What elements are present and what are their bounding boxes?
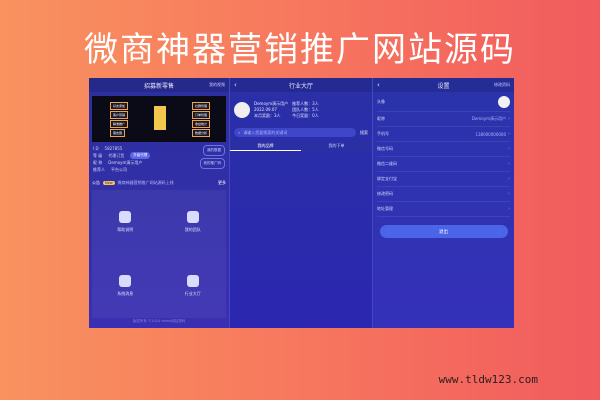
person-icon [119, 210, 132, 223]
chevron-right-icon: › [508, 191, 510, 197]
chevron-right-icon: › [508, 176, 510, 182]
info-label: 推荐人 [93, 167, 105, 172]
grid-item-messages[interactable]: 系统消息 [92, 255, 159, 319]
notice-tag: New [103, 180, 115, 185]
info-value: 平台公司 [111, 167, 127, 172]
chevron-right-icon: › [508, 146, 510, 152]
user-card: Demoym演示用户 2022.09.07 本月奖励：3人 推荐人数：3人 团队… [234, 96, 368, 124]
hero-chip: 社群管理 [192, 102, 211, 110]
avatar [498, 95, 510, 108]
info-label: 等 级 [93, 153, 103, 158]
chevron-right-icon: › [508, 161, 510, 167]
notice-bar[interactable]: 公告 New 微商神器营销推广网站源码上线 更多 [92, 178, 226, 187]
chevron-right-icon: › [508, 131, 510, 137]
hero-chip: 收益统计 [192, 120, 211, 128]
upgrade-button[interactable]: 升级代理 [130, 152, 151, 159]
chevron-right-icon: › [508, 206, 510, 212]
grid-item-help[interactable]: 帮助说明 [92, 190, 159, 254]
grid-label: 我的团队 [184, 226, 201, 232]
row-value: 138000000000 [475, 131, 506, 137]
back-icon[interactable]: ‹ [377, 81, 380, 89]
grid-label: 帮助说明 [117, 226, 134, 232]
settings-title: 设置 [437, 82, 450, 90]
hero-chip: 数据分析 [192, 129, 211, 137]
edit-profile-link[interactable]: 修改资料 [494, 82, 510, 88]
home-footer: 版权所有 ©2024 demo网站源码 [132, 319, 186, 323]
grid-item-hall[interactable]: 行业大厅 [160, 255, 227, 319]
hero-banner: 好友添加 客户营销 精准推广 朋友圈 社群管理 订单管理 收益统计 数据分析 [92, 96, 226, 142]
row-value: Demoym演示用户 [471, 116, 506, 121]
home-panel: 招募新零售 我的视频 好友添加 客户营销 精准推广 朋友圈 社群管理 订单管理 … [89, 78, 229, 328]
banner-title: 微商神器营销推广网站源码 [84, 30, 516, 70]
user-stat: 本月奖励：3人 [254, 113, 281, 118]
info-value: 代理订货 [108, 153, 125, 158]
calendar-icon [119, 275, 132, 288]
settings-row-password[interactable]: 修改密码 › [377, 187, 510, 202]
my-data-button[interactable]: 我的数据 [203, 145, 225, 156]
info-label: I D [93, 146, 99, 151]
home-title: 招募新零售 [143, 82, 174, 90]
grid-label: 系统消息 [117, 291, 134, 297]
row-label: 微信二维码 [377, 161, 397, 166]
logout-button[interactable]: 退出 [379, 225, 508, 238]
row-label: 修改密码 [377, 191, 393, 196]
hero-core [154, 106, 166, 130]
hall-header: ‹ 行业大厅 [230, 78, 372, 92]
search-input[interactable]: ⌕ 请输入您要搜索的关键词 [234, 128, 356, 137]
info-value: Demoym演示用户 [108, 160, 143, 165]
notice-more[interactable]: 更多 [218, 180, 226, 186]
feature-grid: 帮助说明 我的团队 系统消息 行业大厅 [92, 190, 226, 318]
avatar [234, 102, 250, 118]
search-bar: ⌕ 请输入您要搜索的关键词 搜索 [234, 128, 368, 137]
hero-chip: 朋友圈 [110, 129, 126, 137]
watermark: www.tldw123.com [438, 373, 538, 386]
row-label: 地址管理 [377, 206, 393, 211]
app-screenshot-collage: 招募新零售 我的视频 好友添加 客户营销 精准推广 朋友圈 社群管理 订单管理 … [89, 78, 514, 328]
my-video-link[interactable]: 我的视频 [209, 82, 225, 88]
settings-row-wechat[interactable]: 微信号码 › [377, 142, 510, 157]
hero-chip: 精准推广 [110, 120, 129, 128]
row-label: 昵称 [377, 116, 385, 121]
hall-title: 行业大厅 [288, 82, 313, 90]
grid-label: 行业大厅 [184, 291, 201, 297]
settings-row-alipay[interactable]: 绑定支付宝 › [377, 172, 510, 187]
settings-row-nickname[interactable]: 昵称 Demoym演示用户 › [377, 112, 510, 127]
tab-orders[interactable]: 我的下单 [301, 141, 372, 151]
settings-header: ‹ 设置 修改资料 [373, 78, 514, 92]
home-header: 招募新零售 我的视频 [89, 78, 229, 92]
settings-row-address[interactable]: 地址管理 › [377, 202, 510, 217]
chevron-right-icon: › [508, 116, 510, 122]
layers-icon [186, 275, 199, 288]
settings-row-phone[interactable]: 手机号 138000000000 › [377, 127, 510, 142]
search-icon: ⌕ [238, 130, 241, 135]
user-stat: 今日奖励：0人 [292, 113, 319, 118]
hall-tabs: 我的品牌 我的下单 [230, 141, 372, 151]
hero-chip: 客户营销 [110, 111, 129, 119]
row-label: 绑定支付宝 [377, 176, 397, 181]
profile-info: I D 5827855 等 级代理订货 升级代理 昵 称 Demoym演示用户 推荐人… [89, 142, 229, 176]
grid-item-team[interactable]: 我的团队 [160, 190, 227, 254]
my-qrcode-button[interactable]: 我的推广码 [199, 158, 225, 169]
settings-row-avatar[interactable]: 头像 [377, 92, 510, 112]
tab-brand[interactable]: 我的品牌 [230, 141, 301, 151]
hall-panel: ‹ 行业大厅 Demoym演示用户 2022.09.07 本月奖励：3人 推荐人… [229, 78, 372, 328]
info-value: 5827855 [104, 146, 123, 151]
row-label: 微信号码 [377, 146, 393, 151]
hero-chip: 好友添加 [110, 102, 129, 110]
info-label: 昵 称 [93, 160, 103, 165]
row-label: 头像 [377, 98, 385, 104]
search-button[interactable]: 搜索 [360, 130, 368, 136]
search-placeholder: 请输入您要搜索的关键词 [243, 129, 288, 135]
settings-row-wechat-qr[interactable]: 微信二维码 › [377, 157, 510, 172]
settings-panel: ‹ 设置 修改资料 头像 昵称 Demoym演示用户 › 手机号 1380000000… [372, 78, 514, 328]
hero-chip: 订单管理 [192, 111, 211, 119]
notice-label: 公告 [92, 179, 100, 185]
back-icon[interactable]: ‹ [234, 81, 237, 89]
team-icon [186, 210, 199, 223]
row-label: 手机号 [377, 131, 389, 136]
notice-text: 微商神器营销推广网站源码上线 [117, 179, 174, 185]
